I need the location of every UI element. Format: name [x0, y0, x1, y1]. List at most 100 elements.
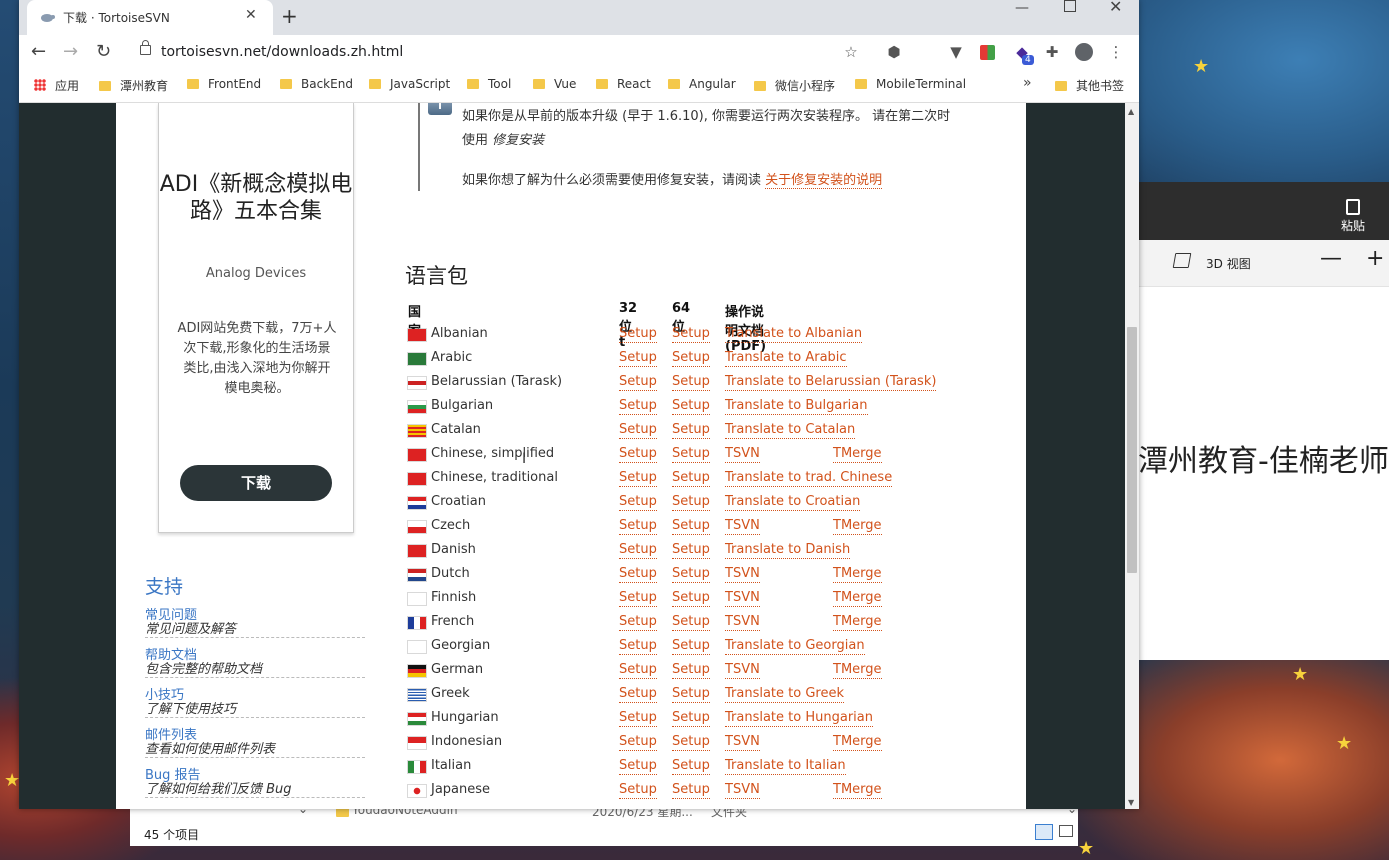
bookmark-folder[interactable]: MobileTerminal [855, 77, 966, 91]
tmerge-doc-link[interactable]: TMerge [833, 734, 882, 751]
large-icons-view-icon[interactable] [1059, 825, 1073, 837]
doc-link[interactable]: TSVN [725, 446, 760, 463]
doc-link[interactable]: Translate to Hungarian [725, 710, 873, 727]
setup-32bit-link[interactable]: Setup [619, 518, 657, 535]
bookmark-folder[interactable]: Tool [467, 77, 511, 91]
doc-link[interactable]: TSVN [725, 590, 760, 607]
address-bar[interactable]: tortoisesvn.net/downloads.zh.html [161, 44, 403, 60]
doc-link[interactable]: Translate to trad. Chinese [725, 470, 893, 487]
doc-link[interactable]: Translate to Danish [725, 542, 851, 559]
setup-64bit-link[interactable]: Setup [672, 542, 710, 559]
setup-32bit-link[interactable]: Setup [619, 326, 657, 343]
doc-link[interactable]: Translate to Bulgarian [725, 398, 868, 415]
doc-link[interactable]: Translate to Greek [725, 686, 844, 703]
setup-64bit-link[interactable]: Setup [672, 350, 710, 367]
paste-button[interactable]: 粘贴 [1334, 196, 1372, 236]
setup-64bit-link[interactable]: Setup [672, 494, 710, 511]
bookmark-folder[interactable]: 潭州教育 [99, 77, 168, 94]
bookmark-folder[interactable]: JavaScript [369, 77, 450, 91]
bookmarks-overflow-icon[interactable]: » [1023, 75, 1032, 91]
reload-icon[interactable]: ↻ [96, 41, 111, 62]
lock-icon[interactable] [140, 40, 151, 55]
support-link[interactable]: 常见问题 [145, 608, 365, 623]
setup-32bit-link[interactable]: Setup [619, 590, 657, 607]
doc-link[interactable]: TSVN [725, 518, 760, 535]
setup-32bit-link[interactable]: Setup [619, 566, 657, 583]
setup-64bit-link[interactable]: Setup [672, 590, 710, 607]
setup-64bit-link[interactable]: Setup [672, 446, 710, 463]
setup-64bit-link[interactable]: Setup [672, 470, 710, 487]
bookmark-other[interactable]: 其他书签 [1055, 77, 1124, 94]
tab-active[interactable]: 下载 · TortoiseSVN ✕ [27, 0, 273, 35]
doc-link[interactable]: Translate to Albanian [725, 326, 863, 343]
doc-link[interactable]: Translate to Belarussian (Tarask) [725, 374, 937, 391]
zoom-out-button[interactable]: — [1320, 248, 1342, 270]
details-view-icon[interactable] [1035, 824, 1053, 840]
ad-download-button[interactable]: 下载 [180, 465, 332, 501]
new-tab-button[interactable]: + [281, 4, 298, 28]
doc-link[interactable]: TSVN [725, 782, 760, 799]
setup-32bit-link[interactable]: Setup [619, 782, 657, 799]
setup-64bit-link[interactable]: Setup [672, 422, 710, 439]
tmerge-doc-link[interactable]: TMerge [833, 566, 882, 583]
view-3d-button[interactable]: 3D 视图 [1172, 253, 1251, 272]
bookmark-folder[interactable]: 微信小程序 [754, 77, 835, 94]
setup-32bit-link[interactable]: Setup [619, 422, 657, 439]
zoom-in-button[interactable]: + [1366, 248, 1384, 270]
setup-32bit-link[interactable]: Setup [619, 734, 657, 751]
scroll-down-arrow-icon[interactable]: ▼ [1128, 798, 1134, 807]
setup-32bit-link[interactable]: Setup [619, 470, 657, 487]
tmerge-doc-link[interactable]: TMerge [833, 662, 882, 679]
minimize-button[interactable]: — [1015, 0, 1029, 16]
setup-64bit-link[interactable]: Setup [672, 326, 710, 343]
setup-64bit-link[interactable]: Setup [672, 662, 710, 679]
extension-triangle-icon[interactable]: ▼ [947, 43, 965, 61]
support-link[interactable]: 小技巧 [145, 688, 365, 703]
setup-64bit-link[interactable]: Setup [672, 782, 710, 799]
doc-link[interactable]: TSVN [725, 614, 760, 631]
close-icon[interactable]: ✕ [245, 7, 257, 23]
setup-64bit-link[interactable]: Setup [672, 734, 710, 751]
doc-link[interactable]: Translate to Catalan [725, 422, 856, 439]
bookmark-folder[interactable]: React [596, 77, 651, 91]
setup-32bit-link[interactable]: Setup [619, 638, 657, 655]
doc-link[interactable]: Translate to Croatian [725, 494, 861, 511]
extension-color-icon[interactable] [980, 45, 995, 60]
doc-link[interactable]: TSVN [725, 662, 760, 679]
setup-64bit-link[interactable]: Setup [672, 638, 710, 655]
tmerge-doc-link[interactable]: TMerge [833, 782, 882, 799]
setup-32bit-link[interactable]: Setup [619, 542, 657, 559]
bookmark-folder[interactable]: FrontEnd [187, 77, 261, 91]
repair-info-link[interactable]: 关于修复安装的说明 [765, 173, 883, 189]
scrollbar-thumb[interactable] [1127, 327, 1137, 573]
setup-32bit-link[interactable]: Setup [619, 710, 657, 727]
setup-32bit-link[interactable]: Setup [619, 374, 657, 391]
back-icon[interactable]: ← [31, 41, 46, 62]
shield-icon[interactable]: ⬢ [885, 43, 903, 61]
profile-avatar-icon[interactable] [1075, 43, 1093, 61]
setup-64bit-link[interactable]: Setup [672, 374, 710, 391]
bookmark-apps[interactable]: 应用 [34, 77, 79, 94]
setup-64bit-link[interactable]: Setup [672, 566, 710, 583]
bookmark-folder[interactable]: Angular [668, 77, 736, 91]
setup-64bit-link[interactable]: Setup [672, 758, 710, 775]
setup-32bit-link[interactable]: Setup [619, 446, 657, 463]
puzzle-icon[interactable]: ✚ [1043, 43, 1061, 61]
setup-64bit-link[interactable]: Setup [672, 518, 710, 535]
window-close-button[interactable]: ✕ [1109, 0, 1122, 16]
doc-link[interactable]: Translate to Arabic [725, 350, 847, 367]
doc-link[interactable]: Translate to Georgian [725, 638, 865, 655]
support-link[interactable]: 帮助文档 [145, 648, 365, 663]
setup-32bit-link[interactable]: Setup [619, 398, 657, 415]
maximize-button[interactable] [1064, 0, 1076, 12]
support-link[interactable]: Bug 报告 [145, 768, 365, 783]
doc-link[interactable]: TSVN [725, 566, 760, 583]
setup-32bit-link[interactable]: Setup [619, 758, 657, 775]
tmerge-doc-link[interactable]: TMerge [833, 614, 882, 631]
setup-64bit-link[interactable]: Setup [672, 614, 710, 631]
setup-32bit-link[interactable]: Setup [619, 662, 657, 679]
tmerge-doc-link[interactable]: TMerge [833, 518, 882, 535]
bookmark-star-icon[interactable]: ☆ [842, 43, 860, 61]
bookmark-folder[interactable]: Vue [533, 77, 576, 91]
setup-64bit-link[interactable]: Setup [672, 710, 710, 727]
